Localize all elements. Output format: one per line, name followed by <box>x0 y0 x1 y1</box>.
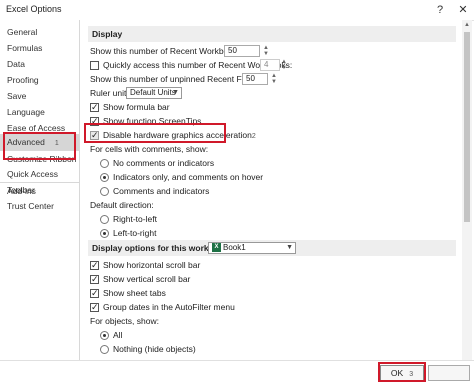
help-icon[interactable]: ? <box>432 2 448 18</box>
advanced-highlight-box <box>3 132 76 160</box>
sidebar-item-label: Proofing <box>7 75 39 85</box>
comments-indicators-radio[interactable] <box>100 173 109 183</box>
sidebar-nav: General Formulas Data Proofing Save Lang… <box>0 20 80 360</box>
quick-access-input[interactable]: 4 <box>260 59 280 71</box>
workbook-name: Book1 <box>223 243 246 252</box>
unpinned-folders-spinner[interactable]: ▲ ▼ <box>270 73 278 85</box>
objects-all-row[interactable]: All <box>100 328 122 342</box>
objects-nothing-radio[interactable] <box>100 345 109 355</box>
sidebar-item-data[interactable]: Data <box>0 56 79 72</box>
ruler-units-select[interactable]: Default Units ▼ <box>126 87 182 99</box>
show-hscroll-checkbox[interactable] <box>90 258 99 272</box>
direction-ltr-label: Left-to-right <box>113 228 157 238</box>
sidebar-item-label: Formulas <box>7 43 43 53</box>
content-scrollbar[interactable]: ▲ <box>462 20 472 360</box>
sidebar-item-label: General <box>7 27 38 37</box>
sidebar-item-label: Add-ins <box>7 186 36 196</box>
comments-group-label: For cells with comments, show: <box>90 144 209 154</box>
objects-nothing-label: Nothing (hide objects) <box>113 344 196 354</box>
scroll-up-icon[interactable]: ▲ <box>462 20 472 30</box>
show-sheet-tabs-checkbox[interactable] <box>90 286 99 300</box>
show-formula-bar-checkbox[interactable] <box>90 100 99 114</box>
sidebar-item-trust-center[interactable]: Trust Center <box>0 198 79 214</box>
excel-workbook-icon: X <box>212 243 221 253</box>
workbook-select[interactable]: X Book1 ▼ <box>208 242 296 254</box>
show-formula-bar-row[interactable]: Show formula bar <box>90 100 170 114</box>
comments-both-row[interactable]: Comments and indicators <box>100 184 209 198</box>
ruler-units-label: Ruler units <box>90 88 131 98</box>
sidebar-item-proofing[interactable]: Proofing <box>0 72 79 88</box>
chevron-down-icon: ▼ <box>286 244 293 251</box>
sidebar-item-add-ins[interactable]: Add-ins <box>0 182 79 198</box>
ruler-units-value: Default Units <box>130 88 176 97</box>
hw-accel-highlight-box <box>84 123 226 143</box>
comments-both-radio[interactable] <box>100 187 109 197</box>
sidebar-item-save[interactable]: Save <box>0 88 79 104</box>
window-title: Excel Options <box>6 4 62 14</box>
chevron-down-icon: ▼ <box>172 89 179 96</box>
group-dates-row[interactable]: Group dates in the AutoFilter menu <box>90 300 235 314</box>
show-sheet-tabs-label: Show sheet tabs <box>103 288 166 298</box>
quick-access-checkbox[interactable] <box>90 61 99 71</box>
step-number-2: 2 <box>251 133 256 140</box>
sidebar-item-language[interactable]: Language <box>0 104 79 120</box>
objects-group-label: For objects, show: <box>90 316 159 326</box>
options-content: Display Show this number of Recent Workb… <box>80 20 468 360</box>
group-dates-label: Group dates in the AutoFilter menu <box>103 302 235 312</box>
direction-ltr-row[interactable]: Left-to-right <box>100 226 156 240</box>
ok-highlight-box <box>378 362 426 382</box>
sidebar-item-label: Language <box>7 107 45 117</box>
show-hscroll-row[interactable]: Show horizontal scroll bar <box>90 258 200 272</box>
display-section-header: Display <box>88 26 456 42</box>
sidebar-item-label: Data <box>7 59 25 69</box>
comments-indicators-row[interactable]: Indicators only, and comments on hover <box>100 170 263 184</box>
recent-workbooks-input[interactable]: 50 <box>224 45 260 57</box>
recent-workbooks-spinner[interactable]: ▲ ▼ <box>262 45 270 57</box>
comments-none-row[interactable]: No comments or indicators <box>100 156 214 170</box>
sidebar-item-formulas[interactable]: Formulas <box>0 40 79 56</box>
objects-nothing-row[interactable]: Nothing (hide objects) <box>100 342 196 356</box>
direction-ltr-radio[interactable] <box>100 229 109 239</box>
sidebar-item-label: Save <box>7 91 27 101</box>
unpinned-folders-label: Show this number of unpinned Recent Fold… <box>90 74 268 84</box>
comments-both-label: Comments and indicators <box>113 186 210 196</box>
comments-none-label: No comments or indicators <box>113 158 215 168</box>
quick-access-spinner[interactable]: ▲ ▼ <box>280 59 288 71</box>
show-hscroll-label: Show horizontal scroll bar <box>103 260 201 270</box>
sidebar-item-general[interactable]: General <box>0 24 79 40</box>
show-vscroll-label: Show vertical scroll bar <box>103 274 191 284</box>
title-bar: Excel Options ? ✕ <box>0 0 474 21</box>
direction-rtl-label: Right-to-left <box>113 214 157 224</box>
objects-all-radio[interactable] <box>100 331 109 341</box>
comments-none-radio[interactable] <box>100 159 109 169</box>
recent-workbooks-label: Show this number of Recent Workbooks: <box>90 46 244 56</box>
direction-group-label: Default direction: <box>90 200 154 210</box>
scroll-thumb[interactable] <box>464 32 470 222</box>
cancel-button[interactable] <box>428 365 470 381</box>
group-dates-checkbox[interactable] <box>90 300 99 314</box>
show-formula-bar-label: Show formula bar <box>103 102 170 112</box>
direction-rtl-row[interactable]: Right-to-left <box>100 212 157 226</box>
direction-rtl-radio[interactable] <box>100 215 109 225</box>
sidebar-item-quick-access-toolbar[interactable]: Quick Access Toolbar <box>0 166 79 195</box>
comments-indicators-label: Indicators only, and comments on hover <box>113 172 264 182</box>
objects-all-label: All <box>113 330 123 340</box>
sidebar-item-label: Trust Center <box>7 201 54 211</box>
show-vscroll-row[interactable]: Show vertical scroll bar <box>90 272 190 286</box>
unpinned-folders-input[interactable]: 50 <box>242 73 268 85</box>
show-vscroll-checkbox[interactable] <box>90 272 99 286</box>
show-sheet-tabs-row[interactable]: Show sheet tabs <box>90 286 166 300</box>
close-icon[interactable]: ✕ <box>455 2 471 18</box>
